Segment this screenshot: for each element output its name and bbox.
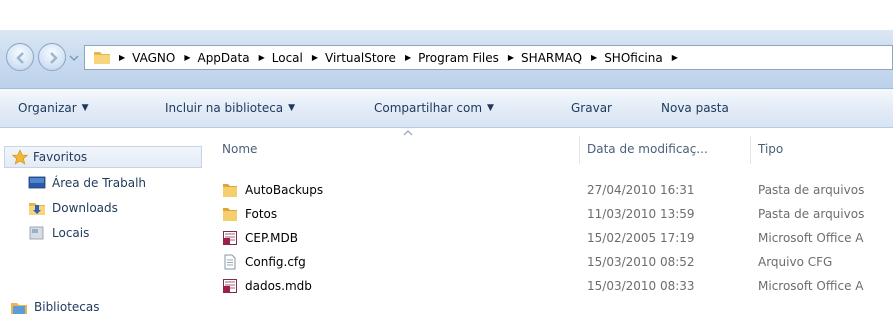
file-type: Pasta de arquivos [758, 207, 865, 221]
new-folder-label: Nova pasta [661, 101, 729, 115]
file-name-cell: Fotos [222, 202, 572, 226]
breadcrumb-separator-icon[interactable]: ▶ [405, 53, 411, 62]
breadcrumb-item[interactable]: Program Files [418, 51, 499, 65]
burn-label: Gravar [571, 101, 612, 115]
nav-item-recent-places[interactable]: Locais [28, 222, 89, 244]
desktop-label: Área de Trabalh [52, 176, 147, 190]
text-file-icon [224, 254, 236, 270]
chevron-down-icon: ▼ [81, 103, 89, 113]
chevron-down-icon: ▼ [288, 103, 296, 113]
file-date: 27/04/2010 16:31 [587, 183, 695, 197]
share-label: Compartilhar com [374, 101, 483, 115]
include-in-library-button[interactable]: Incluir na biblioteca ▼ [165, 89, 295, 127]
file-row[interactable]: dados.mdb 15/03/2010 08:33 Microsoft Off… [206, 274, 893, 298]
file-list: Nome Data de modificaç... Tipo AutoBacku… [206, 128, 893, 318]
file-name-cell: Config.cfg [222, 250, 572, 274]
file-date: 11/03/2010 13:59 [587, 207, 695, 221]
file-type: Pasta de arquivos [758, 183, 865, 197]
address-bar[interactable]: ▶ VAGNO ▶ AppData ▶ Local ▶ VirtualStore… [84, 45, 893, 70]
breadcrumb-separator-icon[interactable]: ▶ [591, 53, 597, 62]
include-library-label: Incluir na biblioteca [165, 101, 284, 115]
file-name-cell: CEP.MDB [222, 226, 572, 250]
column-header-date-modified[interactable]: Data de modificaç... [587, 134, 749, 164]
file-name: Fotos [245, 207, 278, 221]
breadcrumb-item[interactable]: VAGNO [132, 51, 175, 65]
column-header-type[interactable]: Tipo [758, 134, 893, 164]
file-name-cell: dados.mdb [222, 274, 572, 298]
chevron-down-icon: ▼ [487, 103, 494, 113]
organize-button[interactable]: Organizar ▼ [18, 89, 89, 127]
access-db-icon [223, 231, 237, 245]
share-with-button[interactable]: Compartilhar com ▼ [374, 89, 494, 127]
forward-button[interactable] [38, 43, 66, 71]
breadcrumb-separator-icon[interactable]: ▶ [508, 53, 514, 62]
breadcrumb-item[interactable]: Local [272, 51, 303, 65]
recent-places-label: Locais [52, 226, 90, 240]
command-toolbar: Organizar ▼ Incluir na biblioteca ▼ Comp… [0, 89, 893, 128]
file-name: Config.cfg [245, 255, 306, 269]
column-header-name[interactable]: Nome [222, 134, 572, 164]
new-folder-button[interactable]: Nova pasta [661, 89, 729, 127]
folder-icon [223, 208, 237, 221]
file-name: AutoBackups [245, 183, 324, 197]
back-button[interactable] [6, 43, 34, 71]
forward-arrow-icon [50, 52, 58, 64]
nav-item-downloads[interactable]: Downloads [28, 197, 118, 219]
breadcrumb-separator-icon[interactable]: ▶ [119, 53, 125, 62]
breadcrumb-item[interactable]: VirtualStore [325, 51, 396, 65]
file-row[interactable]: AutoBackups 27/04/2010 16:31 Pasta de ar… [206, 178, 893, 202]
burn-button[interactable]: Gravar [571, 89, 612, 127]
breadcrumb-separator-icon[interactable]: ▶ [672, 53, 678, 62]
file-name: CEP.MDB [245, 231, 298, 245]
file-type: Microsoft Office A [758, 279, 864, 293]
file-row[interactable]: CEP.MDB 15/02/2005 17:19 Microsoft Offic… [206, 226, 893, 250]
desktop-icon [28, 176, 46, 189]
file-row[interactable]: Config.cfg 15/03/2010 08:52 Arquivo CFG [206, 250, 893, 274]
window-top-margin [0, 0, 893, 30]
folder-icon [223, 184, 237, 197]
recent-pages-dropdown-icon[interactable] [69, 54, 79, 62]
column-header-date-label: Data de modificaç... [587, 142, 708, 156]
file-type: Arquivo CFG [758, 255, 833, 269]
breadcrumb-item[interactable]: AppData [197, 51, 249, 65]
downloads-label: Downloads [52, 201, 118, 215]
access-db-icon [223, 279, 237, 293]
folder-icon [94, 52, 110, 64]
nav-item-desktop[interactable]: Área de Trabalh [28, 172, 146, 194]
breadcrumb-separator-icon[interactable]: ▶ [184, 53, 190, 62]
breadcrumb-separator-icon[interactable]: ▶ [259, 53, 265, 62]
file-name-cell: AutoBackups [222, 178, 572, 202]
column-header-type-label: Tipo [758, 142, 784, 156]
navigation-pane: Favoritos Área de Trabalh Downloads Loca… [0, 128, 205, 318]
file-date: 15/02/2005 17:19 [587, 231, 695, 245]
star-icon [11, 149, 29, 165]
libraries-icon [11, 303, 27, 314]
nav-item-favorites[interactable]: Favoritos [4, 146, 202, 168]
downloads-folder-icon [29, 203, 45, 215]
column-divider[interactable] [579, 136, 580, 164]
libraries-label: Bibliotecas [34, 300, 100, 314]
breadcrumb: ▶ VAGNO ▶ AppData ▶ Local ▶ VirtualStore… [119, 46, 685, 69]
file-date: 15/03/2010 08:52 [587, 255, 695, 269]
recent-places-icon [29, 226, 44, 240]
file-row[interactable]: Fotos 11/03/2010 13:59 Pasta de arquivos [206, 202, 893, 226]
column-divider[interactable] [750, 136, 751, 164]
column-header-name-label: Nome [222, 142, 258, 156]
favorites-label: Favoritos [33, 150, 88, 164]
nav-item-libraries[interactable]: Bibliotecas [10, 296, 99, 318]
breadcrumb-separator-icon[interactable]: ▶ [312, 53, 318, 62]
file-date: 15/03/2010 08:33 [587, 279, 695, 293]
back-arrow-icon [16, 52, 24, 64]
breadcrumb-item[interactable]: SHARMAQ [521, 51, 582, 65]
file-name: dados.mdb [245, 279, 312, 293]
address-bar-region: ▶ VAGNO ▶ AppData ▶ Local ▶ VirtualStore… [0, 30, 893, 89]
file-type: Microsoft Office A [758, 231, 864, 245]
breadcrumb-item[interactable]: SHOficina [604, 51, 663, 65]
organize-label: Organizar [18, 101, 77, 115]
